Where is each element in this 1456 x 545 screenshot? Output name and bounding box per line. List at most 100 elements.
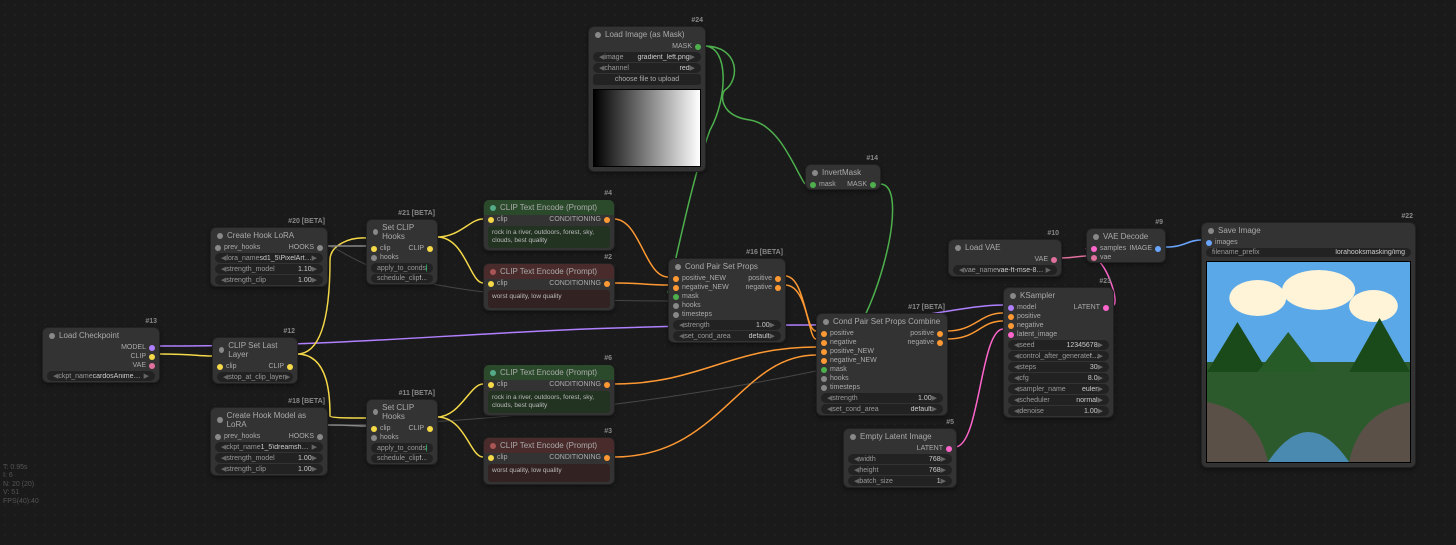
channel-widget[interactable]: ◀channelred▶ — [593, 63, 701, 73]
collapse-icon[interactable] — [955, 245, 961, 251]
port-icon[interactable] — [604, 455, 610, 461]
port-icon[interactable] — [371, 246, 377, 252]
collapse-icon[interactable] — [49, 333, 55, 339]
port-icon[interactable] — [1008, 332, 1014, 338]
node-create-hook-model-lora[interactable]: #18 [BETA] Create Hook Model as LoRA pre… — [210, 407, 328, 476]
port-icon[interactable] — [821, 358, 827, 364]
port-icon[interactable] — [427, 426, 433, 432]
collapse-icon[interactable] — [373, 409, 378, 415]
port-icon[interactable] — [287, 364, 293, 370]
width-widget[interactable]: ◀width768▶ — [848, 454, 952, 464]
strength-clip-widget[interactable]: ◀strength_clip1.00▶ — [215, 464, 323, 474]
node-clip-text-encode-3[interactable]: #3 CLIP Text Encode (Prompt) clipCONDITI… — [483, 437, 615, 485]
collapse-icon[interactable] — [490, 205, 496, 211]
port-icon[interactable] — [604, 217, 610, 223]
image-widget[interactable]: ◀imagegradient_left.png▶ — [593, 52, 701, 62]
denoise-widget[interactable]: ◀denoise1.00▶ — [1008, 406, 1109, 416]
node-clip-text-encode-4[interactable]: #4 CLIP Text Encode (Prompt) clipCONDITI… — [483, 200, 615, 251]
port-icon[interactable] — [149, 363, 155, 369]
port-icon[interactable] — [821, 376, 827, 382]
collapse-icon[interactable] — [1093, 234, 1099, 240]
port-icon[interactable] — [821, 331, 827, 337]
schedule-widget[interactable]: schedule_clipfalse — [371, 454, 433, 463]
scheduler-widget[interactable]: ◀schedulernormal▶ — [1008, 395, 1109, 405]
port-icon[interactable] — [775, 276, 781, 282]
node-vae-decode[interactable]: #9 VAE Decode samplesIMAGE vae — [1086, 228, 1166, 263]
port-icon[interactable] — [604, 281, 610, 287]
port-icon[interactable] — [1008, 323, 1014, 329]
ckpt-name-widget[interactable]: ◀ckpt_name1_5\dreamshaper_8.safeten...▶ — [215, 442, 323, 452]
collapse-icon[interactable] — [373, 229, 378, 235]
port-icon[interactable] — [673, 285, 679, 291]
strength-widget[interactable]: ◀strength1.00▶ — [673, 320, 781, 330]
port-icon[interactable] — [821, 385, 827, 391]
collapse-icon[interactable] — [217, 417, 223, 423]
control-widget[interactable]: ◀control_after_generatefixed▶ — [1008, 351, 1109, 361]
filename-prefix-widget[interactable]: filename_prefixlorahooksmasking/img — [1206, 248, 1411, 257]
port-icon[interactable] — [673, 276, 679, 282]
node-set-clip-hooks-11[interactable]: #11 [BETA] Set CLIP Hooks clipCLIP hooks… — [366, 399, 438, 465]
port-icon[interactable] — [1155, 246, 1161, 252]
toggle-icon[interactable] — [426, 264, 427, 272]
sampler-widget[interactable]: ◀sampler_nameeuler▶ — [1008, 384, 1109, 394]
set-cond-area-widget[interactable]: ◀set_cond_areadefault▶ — [821, 404, 943, 414]
port-icon[interactable] — [488, 281, 494, 287]
node-clip-text-encode-2[interactable]: #2 CLIP Text Encode (Prompt) clipCONDITI… — [483, 263, 615, 311]
prompt-text[interactable]: rock in a river, outdoors, forest, sky, … — [488, 391, 610, 413]
cfg-widget[interactable]: ◀cfg8.0▶ — [1008, 373, 1109, 383]
port-icon[interactable] — [870, 182, 876, 188]
strength-model-widget[interactable]: ◀strength_model1.10▶ — [215, 264, 323, 274]
port-icon[interactable] — [427, 246, 433, 252]
apply-widget[interactable]: apply_to_condstrue — [371, 443, 433, 453]
node-clip-text-encode-6[interactable]: #6 CLIP Text Encode (Prompt) clipCONDITI… — [483, 365, 615, 416]
toggle-icon[interactable] — [426, 444, 427, 452]
collapse-icon[interactable] — [1208, 228, 1214, 234]
set-cond-area-widget[interactable]: ◀set_cond_areadefault▶ — [673, 331, 781, 341]
port-icon[interactable] — [1051, 257, 1057, 263]
port-icon[interactable] — [775, 285, 781, 291]
node-cond-pair-combine-17[interactable]: #17 [BETA] Cond Pair Set Props Combine p… — [816, 313, 948, 416]
port-icon[interactable] — [371, 255, 377, 261]
port-icon[interactable] — [1008, 305, 1014, 311]
port-icon[interactable] — [937, 331, 943, 337]
collapse-icon[interactable] — [219, 347, 224, 353]
collapse-icon[interactable] — [217, 233, 223, 239]
port-icon[interactable] — [821, 349, 827, 355]
height-widget[interactable]: ◀height768▶ — [848, 465, 952, 475]
node-load-vae[interactable]: #10 Load VAE VAE ◀vae_namevae-ft-mse-840… — [948, 239, 1062, 277]
prompt-text[interactable]: rock in a river, outdoors, forest, sky, … — [488, 226, 610, 248]
node-clip-set-last-layer[interactable]: #12 CLIP Set Last Layer clipCLIP ◀stop_a… — [212, 337, 298, 384]
port-icon[interactable] — [821, 367, 827, 373]
port-icon[interactable] — [149, 345, 155, 351]
node-empty-latent[interactable]: #5 Empty Latent Image LATENT ◀width768▶ … — [843, 428, 957, 488]
strength-model-widget[interactable]: ◀strength_model1.00▶ — [215, 453, 323, 463]
strength-widget[interactable]: ◀strength1.00▶ — [821, 393, 943, 403]
collapse-icon[interactable] — [1010, 293, 1016, 299]
port-icon[interactable] — [488, 382, 494, 388]
node-invert-mask[interactable]: #14 InvertMask maskMASK — [805, 164, 881, 190]
schedule-widget[interactable]: schedule_clipfalse — [371, 274, 433, 283]
port-icon[interactable] — [371, 435, 377, 441]
node-save-image[interactable]: #22 Save Image images filename_prefixlor… — [1201, 222, 1416, 468]
port-icon[interactable] — [317, 245, 323, 251]
port-icon[interactable] — [821, 340, 827, 346]
port-icon[interactable] — [673, 312, 679, 318]
node-set-clip-hooks-21[interactable]: #21 [BETA] Set CLIP Hooks clipCLIP hooks… — [366, 219, 438, 285]
port-icon[interactable] — [695, 44, 701, 50]
vae-name-widget[interactable]: ◀vae_namevae-ft-mse-840000-ema-prun...▶ — [953, 265, 1057, 275]
prompt-text[interactable]: worst quality, low quality — [488, 290, 610, 308]
port-icon[interactable] — [217, 364, 223, 370]
ckpt-name-widget[interactable]: ◀ckpt_namecardosAnime_v20.safetensors▶ — [47, 371, 155, 381]
strength-clip-widget[interactable]: ◀strength_clip1.00▶ — [215, 275, 323, 285]
node-create-hook-lora[interactable]: #20 [BETA] Create Hook LoRA prev_hooksHO… — [210, 227, 328, 287]
node-cond-pair-props-16[interactable]: #16 [BETA] Cond Pair Set Props positive_… — [668, 258, 786, 343]
port-icon[interactable] — [488, 217, 494, 223]
port-icon[interactable] — [215, 245, 221, 251]
collapse-icon[interactable] — [490, 443, 496, 449]
port-icon[interactable] — [1206, 240, 1212, 246]
node-load-image-mask[interactable]: #24 Load Image (as Mask) MASK ◀imagegrad… — [588, 26, 706, 172]
collapse-icon[interactable] — [675, 264, 681, 270]
port-icon[interactable] — [215, 434, 221, 440]
upload-button[interactable]: choose file to upload — [593, 74, 701, 85]
collapse-icon[interactable] — [823, 319, 829, 325]
